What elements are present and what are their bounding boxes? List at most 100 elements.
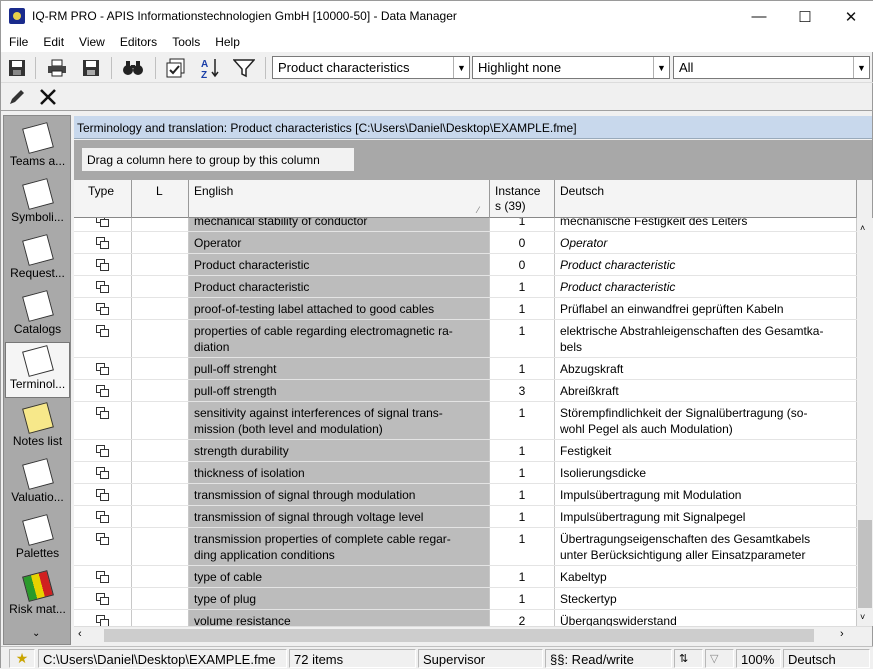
english-cell[interactable]: transmission of signal through modulatio…	[189, 484, 490, 505]
deutsch-cell[interactable]: Operator	[555, 232, 857, 253]
horizontal-scroll-thumb[interactable]	[104, 629, 814, 642]
table-row[interactable]: transmission of signal through voltage l…	[74, 506, 857, 528]
table-row[interactable]: type of cable 1 Kabeltyp	[74, 566, 857, 588]
deutsch-cell[interactable]: elektrische Abstrahleigenschaften des Ge…	[555, 320, 857, 357]
deutsch-cell[interactable]: Impulsübertragung mit Modulation	[555, 484, 857, 505]
table-row[interactable]: pull-off strength 3 Abreißkraft	[74, 380, 857, 402]
english-cell[interactable]: sensitivity against interferences of sig…	[189, 402, 490, 439]
english-cell[interactable]: properties of cable regarding electromag…	[189, 320, 490, 357]
horizontal-scrollbar[interactable]: ‹ ›	[74, 626, 872, 643]
sidebar-item-catalogs[interactable]: Catalogs	[5, 288, 70, 344]
scroll-up-icon[interactable]: ˄	[860, 223, 865, 233]
save-as-button[interactable]	[79, 56, 103, 80]
english-cell[interactable]: type of plug	[189, 588, 490, 609]
close-button[interactable]: ✕	[828, 1, 873, 32]
deutsch-cell[interactable]: Prüflabel an einwandfrei geprüften Kabel…	[555, 298, 857, 319]
chevron-down-icon[interactable]: ▼	[653, 57, 669, 78]
status-language[interactable]: Deutsch	[783, 649, 870, 668]
sidebar-item-risk-matrix[interactable]: Risk mat...	[5, 568, 70, 624]
english-cell[interactable]: transmission of signal through voltage l…	[189, 506, 490, 527]
english-cell[interactable]: pull-off strenght	[189, 358, 490, 379]
save-button[interactable]	[5, 56, 29, 80]
deutsch-cell[interactable]: Festigkeit	[555, 440, 857, 461]
deutsch-cell[interactable]: Isolierungsdicke	[555, 462, 857, 483]
sidebar-item-palettes[interactable]: Palettes	[5, 512, 70, 568]
edit-button[interactable]	[5, 85, 29, 109]
deutsch-cell[interactable]: Product characteristic	[555, 276, 857, 297]
menu-view[interactable]: View	[71, 32, 112, 52]
english-cell[interactable]: pull-off strength	[189, 380, 490, 401]
table-row[interactable]: volume resistance 2 Übergangswiderstand	[74, 610, 857, 626]
menu-editors[interactable]: Editors	[112, 32, 164, 52]
scroll-left-icon[interactable]: ‹	[78, 628, 82, 640]
find-button[interactable]	[121, 56, 145, 80]
menu-help[interactable]: Help	[207, 32, 247, 52]
english-cell[interactable]: Product characteristic	[189, 276, 490, 297]
filter-button[interactable]	[232, 56, 256, 80]
print-button[interactable]	[45, 56, 69, 80]
scroll-right-icon[interactable]: ›	[840, 628, 844, 640]
deutsch-cell[interactable]: Product characteristic	[555, 254, 857, 275]
view-select[interactable]: Product characteristics ▼	[272, 56, 470, 79]
column-header-english[interactable]: English ⁄	[189, 180, 490, 218]
group-by-area[interactable]: Drag a column here to group by this colu…	[74, 140, 872, 180]
english-cell[interactable]: thickness of isolation	[189, 462, 490, 483]
menu-file[interactable]: File	[1, 32, 35, 52]
deutsch-cell[interactable]: Übergangswiderstand	[555, 610, 857, 626]
sidebar-item-requests[interactable]: Request...	[5, 232, 70, 288]
checklist-button[interactable]	[164, 56, 188, 80]
deutsch-cell[interactable]: Impulsübertragung mit Signalpegel	[555, 506, 857, 527]
highlight-select[interactable]: Highlight none ▼	[472, 56, 670, 79]
sidebar-item-valuation[interactable]: Valuatio...	[5, 456, 70, 512]
scroll-down-icon[interactable]: ˅	[860, 612, 865, 622]
deutsch-cell[interactable]: Abreißkraft	[555, 380, 857, 401]
column-header-instances[interactable]: Instance s (39)	[490, 180, 555, 218]
english-cell[interactable]: mechanical stability of conductor	[189, 218, 490, 231]
column-header-l[interactable]: L	[132, 180, 189, 218]
english-cell[interactable]: Product characteristic	[189, 254, 490, 275]
table-row[interactable]: transmission properties of complete cabl…	[74, 528, 857, 566]
deutsch-cell[interactable]: Steckertyp	[555, 588, 857, 609]
sidebar-item-notes[interactable]: Notes list	[5, 400, 70, 456]
sidebar-item-teams[interactable]: Teams a...	[5, 120, 70, 176]
deutsch-cell[interactable]: Übertragungseigenschaften des Gesamtkabe…	[555, 528, 857, 565]
table-row[interactable]: transmission of signal through modulatio…	[74, 484, 857, 506]
maximize-button[interactable]: ☐	[782, 1, 828, 32]
delete-button[interactable]	[36, 85, 60, 109]
menu-edit[interactable]: Edit	[35, 32, 71, 52]
chevron-down-icon[interactable]: ▼	[853, 57, 869, 78]
english-cell[interactable]: transmission properties of complete cabl…	[189, 528, 490, 565]
english-cell[interactable]: strength durability	[189, 440, 490, 461]
column-header-deutsch[interactable]: Deutsch	[555, 180, 857, 218]
table-row[interactable]: strength durability 1 Festigkeit	[74, 440, 857, 462]
table-row[interactable]: Operator 0 Operator	[74, 232, 857, 254]
deutsch-cell[interactable]: Kabeltyp	[555, 566, 857, 587]
deutsch-cell[interactable]: Abzugskraft	[555, 358, 857, 379]
table-row[interactable]: Product characteristic 1 Product character…	[74, 276, 857, 298]
minimize-button[interactable]: —	[736, 1, 782, 32]
table-row[interactable]: proof-of-testing label attached to good …	[74, 298, 857, 320]
deutsch-cell[interactable]: mechanische Festigkeit des Leiters	[555, 218, 857, 231]
deutsch-cell[interactable]: Störempfindlichkeit der Signalübertragun…	[555, 402, 857, 439]
sort-az-button[interactable]: AZ	[198, 56, 222, 80]
sidebar-item-symbols[interactable]: Symboli...	[5, 176, 70, 232]
column-header-type[interactable]: Type	[74, 180, 132, 218]
filter-select[interactable]: All ▼	[673, 56, 870, 79]
chevron-down-icon[interactable]: ▼	[453, 57, 469, 78]
english-cell[interactable]: Operator	[189, 232, 490, 253]
table-row[interactable]: sensitivity against interferences of sig…	[74, 402, 857, 440]
status-sort-icon[interactable]: ⇅	[674, 649, 703, 668]
table-row[interactable]: type of plug 1 Steckertyp	[74, 588, 857, 610]
english-cell[interactable]: volume resistance	[189, 610, 490, 626]
status-filter-icon[interactable]: ▽	[705, 649, 734, 668]
table-row[interactable]: pull-off strenght 1 Abzugskraft	[74, 358, 857, 380]
vertical-scroll-thumb[interactable]	[858, 520, 872, 608]
status-zoom[interactable]: 100%	[736, 649, 781, 668]
table-row[interactable]: mechanical stability of conductor 1 mechan…	[74, 218, 857, 232]
vertical-scrollbar[interactable]: ˄ ˅	[857, 218, 873, 626]
table-row[interactable]: properties of cable regarding electromag…	[74, 320, 857, 358]
table-row[interactable]: thickness of isolation 1 Isolierungsdicke	[74, 462, 857, 484]
sidebar-item-terminology[interactable]: Terminol...	[5, 342, 70, 398]
chevron-down-icon[interactable]: ⌄	[32, 628, 40, 639]
english-cell[interactable]: type of cable	[189, 566, 490, 587]
